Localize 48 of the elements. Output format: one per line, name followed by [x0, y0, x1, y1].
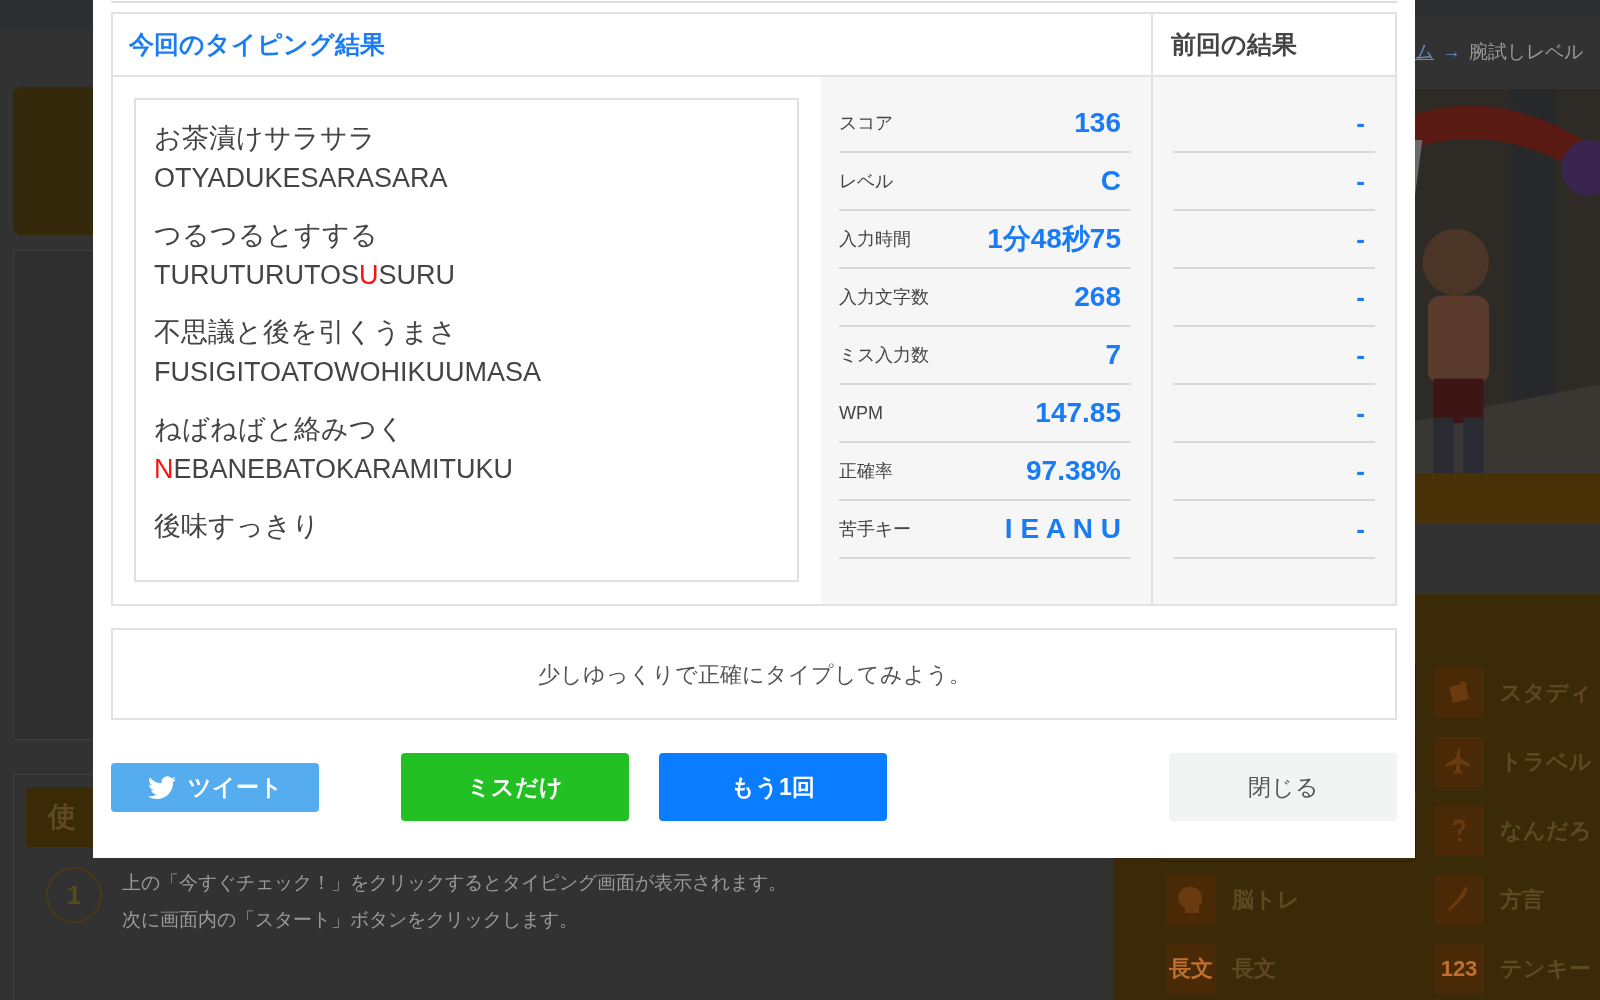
previous-title: 前回の結果 [1171, 28, 1297, 60]
word-romaji: NEBANEBATOKARAMITUKU [154, 453, 515, 486]
stat-value: 268 [1074, 280, 1122, 314]
stat-value: 97.38% [1026, 454, 1122, 488]
previous-value: - [1356, 164, 1366, 198]
breadcrumb-link[interactable]: ム [1415, 38, 1434, 67]
word-kana: 不思議と後を引くうまさ [154, 316, 458, 349]
stat-label: 正確率 [839, 459, 893, 483]
word-romaji: TURUTURUTOSUSURU [154, 259, 456, 292]
step-text: 次に画面内の「スタート」ボタンをクリックします。 [122, 907, 579, 932]
stat-label: 苦手キー [839, 517, 911, 541]
previous-value: - [1356, 396, 1366, 430]
bird-icon [147, 775, 176, 800]
stat-value: I E A N U [1004, 512, 1122, 546]
breadcrumb-arrow: → [1442, 40, 1461, 65]
advice-text: 少しゆっくりで正確にタイプしてみよう。 [537, 660, 971, 689]
word-kana: お茶漬けサラサラ [154, 122, 377, 155]
word-romaji: FUSIGITOATOWOHIKUUMASA [154, 356, 543, 389]
close-button[interactable]: 閉じる [1169, 753, 1397, 821]
stat-label: レベル [839, 169, 893, 193]
stat-value: 7 [1105, 338, 1122, 372]
stat-value: 1分48秒75 [987, 222, 1122, 256]
word-kana: 後味すっきり [154, 510, 321, 543]
previous-value: - [1356, 222, 1366, 256]
retry-button[interactable]: もう1回 [659, 753, 887, 821]
previous-value: - [1356, 280, 1366, 314]
word-romaji: OTYADUKESARASARA [154, 162, 449, 195]
result-title: 今回のタイピング結果 [129, 28, 385, 60]
word-kana: ねばねばと絡みつく [154, 413, 406, 446]
stat-label: 入力時間 [839, 227, 911, 251]
step-text: 上の「今すぐチェック！」をクリックするとタイピング画面が表示されます。 [122, 871, 787, 895]
previous-value: - [1356, 338, 1366, 372]
stat-label: ミス入力数 [839, 343, 929, 367]
retry-mistakes-button[interactable]: ミスだけ [401, 753, 629, 821]
stat-label: スコア [839, 111, 893, 135]
stat-value: 147.85 [1035, 396, 1122, 430]
stat-value: C [1100, 164, 1122, 198]
stat-label: 入力文字数 [839, 285, 929, 309]
word-kana: つるつるとすする [154, 219, 379, 252]
breadcrumb-item: 腕試しレベル [1469, 40, 1583, 65]
previous-value: - [1356, 454, 1366, 488]
tile-icon: 長文 [1166, 944, 1216, 994]
stat-value: 136 [1074, 106, 1122, 140]
previous-value: - [1356, 512, 1366, 546]
tile-icon: 123 [1434, 944, 1484, 994]
stat-label: WPM [839, 401, 883, 425]
previous-value: - [1356, 106, 1366, 140]
tweet-button[interactable]: ツイート [111, 763, 319, 812]
